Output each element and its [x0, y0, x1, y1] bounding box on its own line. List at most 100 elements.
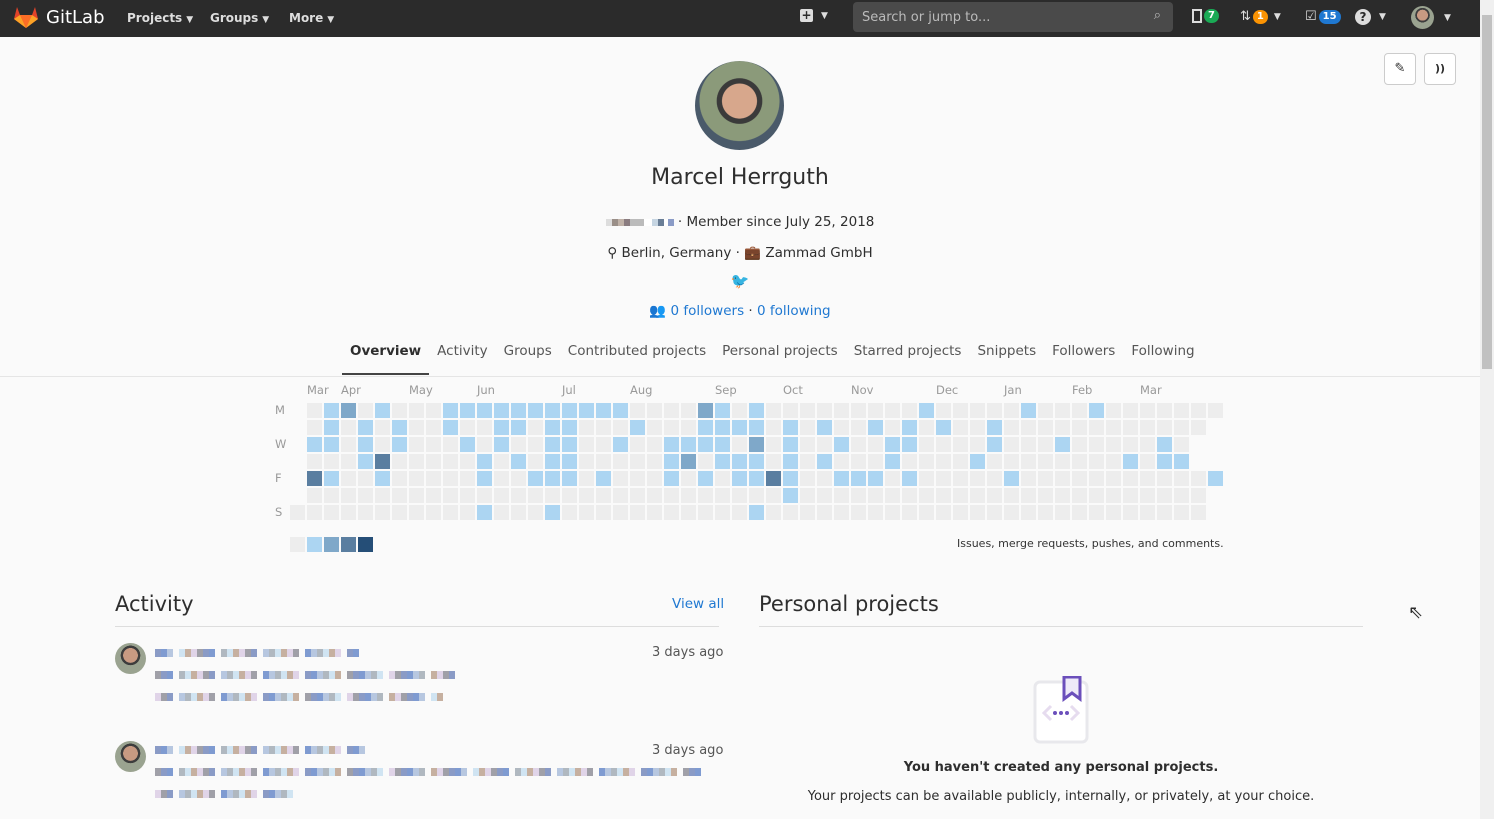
calendar-day-cell[interactable] — [579, 471, 594, 486]
calendar-day-cell[interactable] — [664, 454, 679, 469]
calendar-day-cell[interactable] — [1038, 437, 1053, 452]
calendar-day-cell[interactable] — [953, 505, 968, 520]
calendar-day-cell[interactable] — [426, 437, 441, 452]
calendar-day-cell[interactable] — [834, 420, 849, 435]
calendar-day-cell[interactable] — [426, 505, 441, 520]
calendar-day-cell[interactable] — [426, 488, 441, 503]
calendar-day-cell[interactable] — [1123, 437, 1138, 452]
calendar-day-cell[interactable] — [1140, 403, 1155, 418]
calendar-day-cell[interactable] — [460, 488, 475, 503]
calendar-day-cell[interactable] — [1089, 420, 1104, 435]
calendar-day-cell[interactable] — [732, 420, 747, 435]
calendar-day-cell[interactable] — [1140, 420, 1155, 435]
calendar-day-cell[interactable] — [1089, 471, 1104, 486]
calendar-day-cell[interactable] — [1021, 420, 1036, 435]
calendar-day-cell[interactable] — [970, 505, 985, 520]
calendar-day-cell[interactable] — [885, 420, 900, 435]
calendar-day-cell[interactable] — [1157, 505, 1172, 520]
calendar-day-cell[interactable] — [392, 488, 407, 503]
calendar-day-cell[interactable] — [528, 471, 543, 486]
calendar-day-cell[interactable] — [1055, 471, 1070, 486]
calendar-day-cell[interactable] — [494, 420, 509, 435]
calendar-day-cell[interactable] — [1174, 454, 1189, 469]
calendar-day-cell[interactable] — [477, 505, 492, 520]
calendar-day-cell[interactable] — [596, 454, 611, 469]
calendar-day-cell[interactable] — [358, 454, 373, 469]
calendar-day-cell[interactable] — [630, 403, 645, 418]
calendar-day-cell[interactable] — [1072, 505, 1087, 520]
calendar-day-cell[interactable] — [307, 437, 322, 452]
calendar-day-cell[interactable] — [715, 505, 730, 520]
calendar-day-cell[interactable] — [630, 488, 645, 503]
calendar-day-cell[interactable] — [443, 420, 458, 435]
calendar-day-cell[interactable] — [579, 505, 594, 520]
calendar-day-cell[interactable] — [426, 471, 441, 486]
calendar-day-cell[interactable] — [902, 454, 917, 469]
calendar-day-cell[interactable] — [715, 437, 730, 452]
calendar-day-cell[interactable] — [324, 420, 339, 435]
calendar-day-cell[interactable] — [545, 471, 560, 486]
calendar-day-cell[interactable] — [1157, 471, 1172, 486]
calendar-day-cell[interactable] — [341, 437, 356, 452]
calendar-day-cell[interactable] — [443, 488, 458, 503]
calendar-day-cell[interactable] — [460, 505, 475, 520]
scrollbar[interactable] — [1480, 0, 1494, 819]
calendar-day-cell[interactable] — [783, 471, 798, 486]
calendar-day-cell[interactable] — [1157, 437, 1172, 452]
calendar-day-cell[interactable] — [341, 403, 356, 418]
calendar-day-cell[interactable] — [409, 403, 424, 418]
calendar-day-cell[interactable] — [1123, 488, 1138, 503]
calendar-day-cell[interactable] — [392, 420, 407, 435]
calendar-day-cell[interactable] — [1191, 420, 1206, 435]
calendar-day-cell[interactable] — [800, 420, 815, 435]
new-dropdown[interactable]: + ▼ — [800, 9, 828, 22]
calendar-day-cell[interactable] — [596, 420, 611, 435]
calendar-day-cell[interactable] — [460, 403, 475, 418]
calendar-day-cell[interactable] — [1174, 437, 1189, 452]
calendar-day-cell[interactable] — [1106, 454, 1121, 469]
calendar-day-cell[interactable] — [936, 488, 951, 503]
calendar-day-cell[interactable] — [596, 505, 611, 520]
calendar-day-cell[interactable] — [987, 437, 1002, 452]
calendar-day-cell[interactable] — [1089, 437, 1104, 452]
calendar-day-cell[interactable] — [290, 505, 305, 520]
calendar-day-cell[interactable] — [902, 403, 917, 418]
calendar-day-cell[interactable] — [545, 437, 560, 452]
calendar-day-cell[interactable] — [341, 420, 356, 435]
calendar-day-cell[interactable] — [834, 437, 849, 452]
calendar-day-cell[interactable] — [324, 454, 339, 469]
calendar-day-cell[interactable] — [800, 471, 815, 486]
calendar-day-cell[interactable] — [1191, 488, 1206, 503]
calendar-day-cell[interactable] — [596, 403, 611, 418]
calendar-day-cell[interactable] — [953, 488, 968, 503]
calendar-day-cell[interactable] — [1123, 454, 1138, 469]
calendar-day-cell[interactable] — [953, 437, 968, 452]
calendar-day-cell[interactable] — [868, 403, 883, 418]
gitlab-logo[interactable]: GitLab — [14, 6, 105, 28]
calendar-day-cell[interactable] — [749, 454, 764, 469]
calendar-day-cell[interactable] — [885, 454, 900, 469]
calendar-day-cell[interactable] — [460, 471, 475, 486]
calendar-day-cell[interactable] — [749, 471, 764, 486]
calendar-day-cell[interactable] — [1157, 488, 1172, 503]
calendar-day-cell[interactable] — [970, 403, 985, 418]
calendar-day-cell[interactable] — [1140, 505, 1155, 520]
calendar-day-cell[interactable] — [987, 420, 1002, 435]
calendar-day-cell[interactable] — [732, 488, 747, 503]
calendar-day-cell[interactable] — [409, 505, 424, 520]
todos-button[interactable]: ☑ 15 — [1305, 9, 1341, 24]
calendar-day-cell[interactable] — [613, 454, 628, 469]
calendar-day-cell[interactable] — [1123, 420, 1138, 435]
help-dropdown[interactable]: ? ▼ — [1355, 9, 1386, 25]
calendar-day-cell[interactable] — [579, 488, 594, 503]
calendar-day-cell[interactable] — [936, 420, 951, 435]
calendar-day-cell[interactable] — [562, 488, 577, 503]
calendar-day-cell[interactable] — [783, 420, 798, 435]
scrollbar-thumb[interactable] — [1482, 15, 1492, 369]
search-input[interactable]: Search or jump to... ⌕ — [853, 2, 1173, 32]
calendar-day-cell[interactable] — [970, 454, 985, 469]
calendar-day-cell[interactable] — [1123, 471, 1138, 486]
calendar-day-cell[interactable] — [358, 505, 373, 520]
tab-personal-projects[interactable]: Personal projects — [714, 337, 846, 375]
calendar-day-cell[interactable] — [936, 437, 951, 452]
